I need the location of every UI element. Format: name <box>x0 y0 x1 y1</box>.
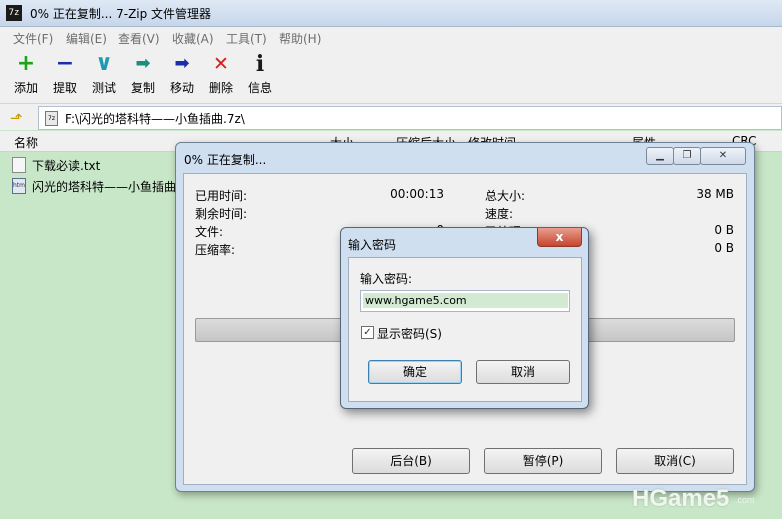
html-file-icon: htm <box>12 178 26 194</box>
menu-view[interactable]: 查看(V) <box>118 30 160 47</box>
close-button[interactable]: ✕ <box>700 147 746 165</box>
column-name[interactable]: 名称 <box>14 134 38 151</box>
test-button[interactable]: ∨ 测试 <box>86 51 122 96</box>
password-dialog-title: 输入密码 <box>348 238 397 252</box>
show-password-checkbox[interactable]: ✓ <box>361 326 374 339</box>
info-button[interactable]: i 信息 <box>242 51 278 96</box>
title-bar: 7z 0% 正在复制... 7-Zip 文件管理器 <box>0 0 782 27</box>
cancel-button[interactable]: 取消 <box>476 360 570 384</box>
info-label: 信息 <box>247 81 272 95</box>
extract-button[interactable]: − 提取 <box>47 51 83 96</box>
menu-bar: 文件(F) 编辑(E) 查看(V) 收藏(A) 工具(T) 帮助(H) <box>0 27 782 49</box>
toolbar: + 添加 − 提取 ∨ 测试 ➡ 复制 ➡ 移动 ✕ 删除 i 信息 <box>0 49 782 104</box>
text-file-icon <box>12 157 26 173</box>
file-name: 下载必读.txt <box>32 159 101 173</box>
pause-button[interactable]: 暂停(P) <box>484 448 602 474</box>
add-button[interactable]: + 添加 <box>8 51 44 96</box>
window-title: 0% 正在复制... 7-Zip 文件管理器 <box>30 7 212 21</box>
test-label: 测试 <box>91 81 116 95</box>
menu-file[interactable]: 文件(F) <box>13 30 53 47</box>
folder-up-icon[interactable]: ⬏ <box>10 109 23 127</box>
app-icon: 7z <box>6 5 22 21</box>
ratio-label: 压缩率: <box>195 243 236 257</box>
background-button[interactable]: 后台(B) <box>352 448 470 474</box>
menu-help[interactable]: 帮助(H) <box>279 30 321 47</box>
password-dialog: 输入密码 x 输入密码: www.hgame5.com ✓ 显示密码(S) 确定… <box>340 227 589 409</box>
move-label: 移动 <box>169 81 194 95</box>
address-bar: ⬏ 7z F:\闪光的塔科特——小鱼插曲.7z\ <box>0 104 782 130</box>
move-button[interactable]: ➡ 移动 <box>164 51 200 96</box>
delete-label: 删除 <box>208 81 233 95</box>
minimize-button[interactable]: ▁ <box>646 147 674 165</box>
elapsed-value: 00:00:13 <box>390 187 444 201</box>
total-size-label: 总大小: <box>485 189 526 203</box>
close-icon[interactable]: x <box>537 228 582 247</box>
path-text: F:\闪光的塔科特——小鱼插曲.7z\ <box>65 112 245 126</box>
extract-label: 提取 <box>52 81 77 95</box>
move-arrow-icon: ➡ <box>174 53 190 74</box>
packed-value: 0 B <box>714 241 734 255</box>
info-icon: i <box>255 51 265 77</box>
menu-tools[interactable]: 工具(T) <box>226 30 267 47</box>
delete-x-icon: ✕ <box>213 53 229 75</box>
progress-dialog-title: 0% 正在复制... <box>184 153 267 167</box>
ok-button[interactable]: 确定 <box>368 360 462 384</box>
cancel-copy-button[interactable]: 取消(C) <box>616 448 734 474</box>
processed-value: 0 B <box>714 223 734 237</box>
files-label: 文件: <box>195 225 224 239</box>
password-input[interactable]: www.hgame5.com <box>360 290 570 312</box>
plus-icon: + <box>16 51 36 76</box>
watermark-suffix: .com <box>735 495 755 505</box>
password-field-label: 输入密码: <box>360 272 413 286</box>
menu-edit[interactable]: 编辑(E) <box>66 30 107 47</box>
watermark-logo: HGame5 <box>632 485 730 512</box>
copy-arrow-icon: ➡ <box>135 53 151 74</box>
password-dialog-body: 输入密码: www.hgame5.com ✓ 显示密码(S) 确定 取消 <box>348 257 582 402</box>
copy-button[interactable]: ➡ 复制 <box>125 51 161 96</box>
minus-icon: − <box>55 51 75 76</box>
menu-favorites[interactable]: 收藏(A) <box>172 30 214 47</box>
password-value: www.hgame5.com <box>363 293 568 308</box>
path-input[interactable]: 7z F:\闪光的塔科特——小鱼插曲.7z\ <box>38 106 782 130</box>
add-label: 添加 <box>13 81 38 95</box>
total-size-value: 38 MB <box>696 187 734 201</box>
remaining-label: 剩余时间: <box>195 207 248 221</box>
delete-button[interactable]: ✕ 删除 <box>203 51 239 96</box>
archive-file-icon: 7z <box>45 111 58 126</box>
check-icon: ∨ <box>95 51 113 76</box>
file-name: 闪光的塔科特——小鱼插曲 <box>32 180 177 194</box>
show-password-label[interactable]: 显示密码(S) <box>377 325 442 342</box>
restore-button[interactable]: ❐ <box>673 147 701 165</box>
speed-label: 速度: <box>485 207 514 221</box>
copy-label: 复制 <box>130 81 155 95</box>
elapsed-label: 已用时间: <box>195 189 248 203</box>
